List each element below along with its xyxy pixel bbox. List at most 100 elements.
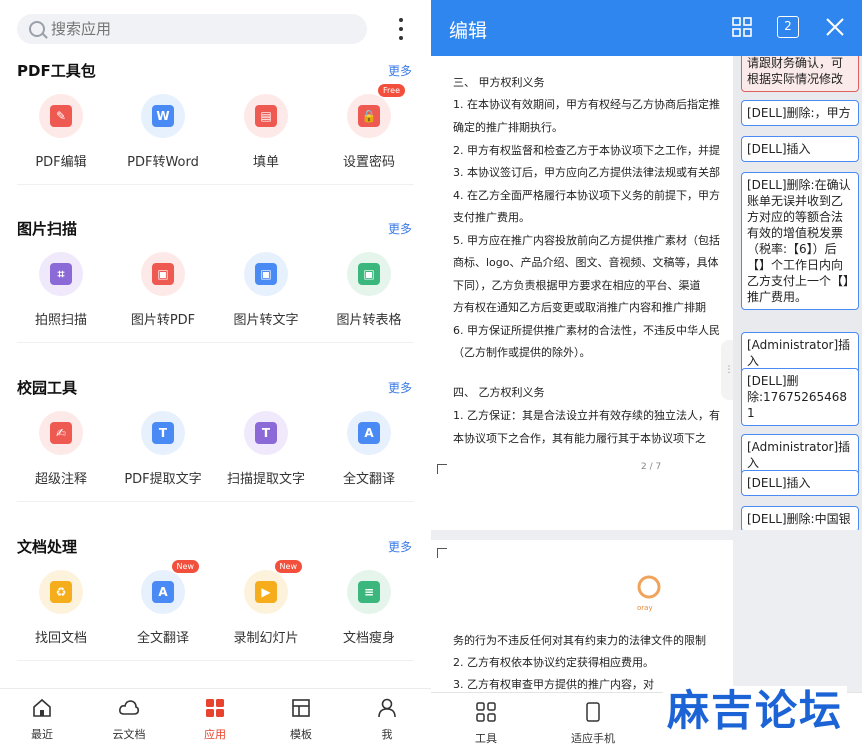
tool-photo-scan[interactable]: ⌗ 拍照扫描 — [16, 252, 106, 328]
page-view-icon[interactable]: 2 — [777, 16, 799, 38]
more-link[interactable]: 更多 — [388, 62, 412, 79]
tool-record-slides[interactable]: ▶ New 录制幻灯片 — [221, 560, 311, 646]
doc-line: 5. 甲方应在推广内容投放前向乙方提供推广素材（包括 — [453, 234, 720, 247]
section-divider — [17, 184, 414, 185]
free-badge: Free — [378, 84, 405, 97]
more-link[interactable]: 更多 — [388, 538, 412, 555]
section-divider — [17, 501, 414, 502]
toolbar-fit-phone[interactable]: 适应手机 — [558, 701, 628, 744]
revision-comments-panel: 请跟财务确认，可根据实际情况修改 [DELL]删除:，甲方 [DELL]插入 [… — [733, 56, 862, 530]
image-to-text-icon: ▣ — [255, 263, 277, 285]
nav-me[interactable]: 我 — [357, 697, 417, 742]
doc-line: 1. 乙方保证：其是合法设立并有效存续的独立法人，有 — [453, 409, 720, 422]
scan-icon: ⌗ — [50, 263, 72, 285]
tool-full-translate[interactable]: A 全文翻译 — [324, 411, 414, 487]
oray-logo-text: oray — [637, 604, 653, 612]
doc-line: 商标、logo、产品介绍、图文、音视频、文稿等，具体 — [453, 256, 719, 269]
comment-card[interactable]: [DELL]删除:中国银 — [741, 506, 859, 530]
section-title: 文档处理 — [17, 538, 78, 556]
slim-document-icon: ≡ — [358, 581, 380, 603]
doc-line: 务的行为不违反任何对其有约束力的法律文件的限制 — [453, 634, 706, 647]
template-icon — [292, 699, 310, 717]
page-corner-mark — [437, 464, 447, 474]
video-camera-icon: ▶ — [255, 581, 277, 603]
translate-icon: A — [152, 581, 174, 603]
doc-line: 2. 甲方有权监督和检查乙方于本协议项下之工作，并提 — [453, 144, 720, 157]
nav-templates[interactable]: 模板 — [271, 697, 331, 742]
image-to-table-icon: ▣ — [358, 263, 380, 285]
tool-scan-extract-text[interactable]: T 扫描提取文字 — [221, 411, 311, 487]
doc-line: 支付推广费用。 — [453, 211, 530, 224]
recycle-bin-icon: ♻ — [50, 581, 72, 603]
tool-pdf-extract-text[interactable]: T PDF提取文字 — [118, 411, 208, 487]
bottom-navigation: 最近 云文档 应用 模板 我 — [0, 688, 431, 744]
apps-grid-icon — [206, 699, 224, 717]
doc-line: 3. 本协议签订后，甲方应向乙方提供法律法规或有关部 — [453, 166, 720, 179]
more-options-icon[interactable] — [394, 18, 408, 40]
tool-recover-document[interactable]: ♻ 找回文档 — [16, 570, 106, 646]
tool-fill-form[interactable]: ▤ 填单 — [221, 94, 311, 170]
translate-icon: A — [358, 422, 380, 444]
nav-cloud-docs[interactable]: 云文档 — [99, 697, 159, 742]
nav-recent[interactable]: 最近 — [12, 697, 72, 742]
extract-text-icon: T — [152, 422, 174, 444]
tool-full-translate-doc[interactable]: A New 全文翻译 — [118, 560, 208, 646]
comment-card[interactable]: [DELL]删除:在确认账单无误并收到乙方对应的等额合法有效的增值税发票（税率:… — [741, 172, 859, 310]
editor-title: 编辑 — [449, 20, 488, 42]
comment-card[interactable]: [DELL]插入 — [741, 470, 859, 496]
section-divider — [17, 342, 414, 343]
nav-apps[interactable]: 应用 — [185, 697, 245, 742]
tool-super-annotate[interactable]: ✍ 超级注释 — [16, 411, 106, 487]
tool-set-password[interactable]: 🔒 Free 设置密码 — [324, 84, 414, 170]
page-number: 2 / 7 — [641, 462, 662, 472]
comment-card[interactable]: [DELL]删除:，甲方 — [741, 100, 859, 126]
doc-heading: 四、 乙方权利义务 — [453, 386, 545, 399]
tool-slim-document[interactable]: ≡ 文档瘦身 — [324, 570, 414, 646]
cloud-icon — [119, 700, 140, 715]
section-divider — [17, 660, 414, 661]
doc-line: 方有权在通知乙方后变更或取消推广内容和推广排期 — [453, 301, 706, 314]
annotate-icon: ✍ — [50, 422, 72, 444]
search-bar[interactable] — [17, 14, 367, 44]
doc-line: 6. 甲方保证所提供推广素材的合法性，不违反中华人民 — [453, 324, 720, 337]
tool-image-to-pdf[interactable]: ▣ 图片转PDF — [118, 252, 208, 328]
editor-header: 编辑 2 — [431, 0, 862, 56]
search-icon — [29, 21, 45, 37]
doc-heading: 三、 甲方权利义务 — [453, 76, 545, 89]
page-corner-mark — [437, 548, 447, 558]
search-input[interactable] — [51, 20, 331, 38]
scan-text-icon: T — [255, 422, 277, 444]
doc-line: （乙方制作或提供的除外）。 — [453, 346, 591, 359]
doc-line: 3. 乙方有权审查甲方提供的推广内容，对 — [453, 678, 654, 691]
tool-pdf-edit[interactable]: ✎ PDF编辑 — [16, 94, 106, 170]
comment-card[interactable]: 请跟财务确认，可根据实际情况修改 — [741, 56, 859, 92]
doc-line: 2. 乙方有权依本协议约定获得相应费用。 — [453, 656, 654, 669]
toolbar-tools[interactable]: 工具 — [451, 701, 521, 744]
comment-card[interactable]: [DELL]删除:17675265468 1 — [741, 368, 859, 426]
section-title: PDF工具包 — [17, 62, 96, 80]
doc-line: 本协议项下之合作，其有能力履行其于本协议项下之 — [453, 432, 706, 445]
tool-image-to-text[interactable]: ▣ 图片转文字 — [221, 252, 311, 328]
section-title: 校园工具 — [17, 379, 78, 397]
image-to-pdf-icon: ▣ — [152, 263, 174, 285]
home-icon — [33, 698, 51, 717]
more-link[interactable]: 更多 — [388, 379, 412, 396]
app-root: PDF工具包 更多 ✎ PDF编辑 W PDF转Word ▤ 填单 🔒 Free… — [0, 0, 862, 744]
comment-card[interactable]: [DELL]插入 — [741, 136, 859, 162]
document-page-2[interactable]: 三、 甲方权利义务 1. 在本协议有效期间，甲方有权经与乙方协商后指定推 确定的… — [431, 56, 733, 530]
document-page-3[interactable]: oray 务的行为不违反任何对其有约束力的法律文件的限制 2. 乙方有权依本协议… — [431, 540, 733, 692]
close-icon[interactable] — [824, 16, 846, 38]
tool-image-to-table[interactable]: ▣ 图片转表格 — [324, 252, 414, 328]
new-badge: New — [274, 560, 302, 573]
more-link[interactable]: 更多 — [388, 220, 412, 237]
thumbnail-grid-icon[interactable] — [731, 16, 753, 38]
section-title: 图片扫描 — [17, 220, 78, 238]
lock-icon: 🔒 — [358, 105, 380, 127]
tool-pdf-to-word[interactable]: W PDF转Word — [118, 94, 208, 170]
user-icon — [378, 698, 396, 718]
fit-phone-icon — [586, 702, 600, 722]
pdf-edit-icon: ✎ — [50, 105, 72, 127]
pdf-to-word-icon: W — [152, 105, 174, 127]
doc-line: 下同），乙方负责根据甲方要求在相应的平台、渠道 — [453, 279, 701, 292]
fill-form-icon: ▤ — [255, 105, 277, 127]
